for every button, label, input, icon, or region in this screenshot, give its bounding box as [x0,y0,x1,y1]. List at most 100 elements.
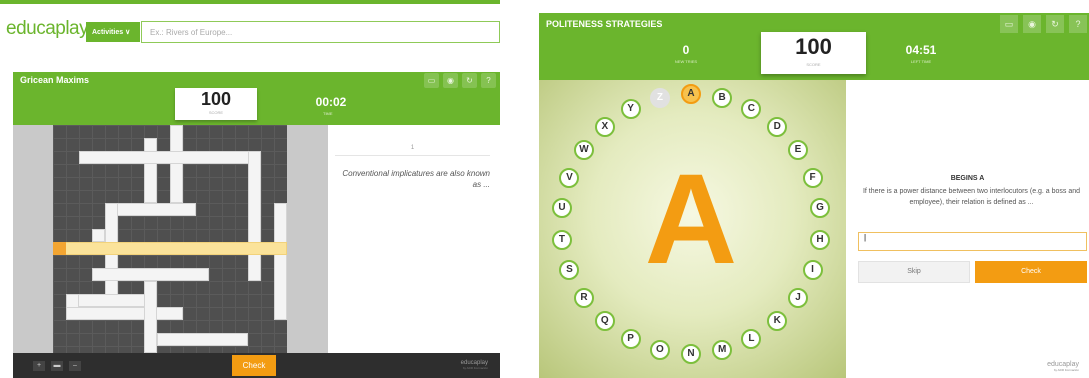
search-input[interactable] [141,21,500,43]
time-label: LEFT TIME [910,59,932,64]
letter-g[interactable]: G [810,198,831,219]
question-title: BEGINS A [950,175,985,182]
time-counter: 04:51 LEFT TIME [891,43,951,64]
grid-cell[interactable] [144,138,157,203]
letter-f[interactable]: F [802,167,823,188]
help-icon[interactable]: ? [481,73,496,88]
letter-wheel: A ZABCDEFGHIJKLMNOPQRSTUVWXY [539,80,846,378]
time-value: 00:02 [315,95,347,109]
eye-icon[interactable]: ◉ [1023,15,1041,33]
eye-icon[interactable]: ◉ [443,73,458,88]
grid-cell[interactable] [79,151,261,164]
grid-cell[interactable] [66,307,183,320]
tries-counter: 0 NEW TRIES [656,43,716,64]
letter-e[interactable]: E [787,140,808,161]
question-panel: BEGINS A If there is a power distance be… [846,80,1089,378]
letter-k[interactable]: K [767,311,788,332]
letter-o[interactable]: O [649,340,670,361]
help-icon[interactable]: ? [1069,15,1087,33]
fullscreen-icon[interactable]: ▭ [1000,15,1018,33]
alphabet-wheel-screen: POLITENESS STRATEGIES ▭ ◉ ↻ ? 0 NEW TRIE… [539,13,1089,378]
grid-cell[interactable] [274,203,287,320]
grid-cell[interactable] [157,333,248,346]
educaplay-logo[interactable]: educaplay [6,18,89,40]
letter-b[interactable]: B [712,87,733,108]
letter-h[interactable]: H [810,229,831,250]
activity-title: Gricean Maxims [20,75,90,85]
score-value: 100 [200,89,232,109]
time-label: TIME [323,111,333,116]
letter-s[interactable]: S [559,260,580,281]
check-button[interactable]: Check [232,355,276,376]
score-bar: 0 NEW TRIES 100 SCORE 04:51 LEFT TIME [539,32,1089,80]
question-text: If there is a power distance between two… [862,188,1081,206]
zoom-out-button[interactable]: – [69,361,81,371]
letter-i[interactable]: I [802,260,823,281]
activities-dropdown[interactable]: Activities ∨ [86,22,140,42]
tries-value: 0 [682,43,690,57]
grid-cell[interactable] [144,281,157,353]
letter-t[interactable]: T [551,229,572,250]
letter-z[interactable]: Z [649,87,670,108]
grid-area [13,125,328,353]
grid-cell[interactable] [105,203,196,216]
letter-v[interactable]: V [559,167,580,188]
grid-cell[interactable] [105,203,118,307]
clue-text: Conventional implicatures are also known… [342,169,490,189]
zoom-in-button[interactable]: + [33,361,45,371]
letter-y[interactable]: Y [620,98,641,119]
letter-u[interactable]: U [551,198,572,219]
letter-r[interactable]: R [574,287,594,308]
footer-brand-name: educaplay [1047,361,1079,368]
grid-cell[interactable] [170,125,183,203]
tries-label: NEW TRIES [674,59,698,64]
grid-cell[interactable] [248,151,261,281]
highlighted-word[interactable] [53,242,287,255]
score-label: SCORE [208,110,224,115]
fit-button[interactable]: ▬ [51,361,63,371]
skip-button[interactable]: Skip [858,261,970,283]
clue-panel: 1 Conventional implicatures are also kno… [335,145,490,190]
fullscreen-icon[interactable]: ▭ [424,73,439,88]
check-button[interactable]: Check [975,261,1087,283]
restart-icon[interactable]: ↻ [1046,15,1064,33]
crossword-screen: educaplay Activities ∨ Gricean Maxims ▭ … [0,0,500,378]
crossword-grid[interactable] [53,125,287,353]
crossword-footer: + ▬ – Check educaplay by ADR Formación [13,353,500,378]
score-bar: 100 SCORE 00:02 TIME [13,88,500,125]
score-value: 100 [795,34,832,59]
score-label: SCORE [806,62,821,67]
grid-cell[interactable] [92,229,105,242]
letter-n[interactable]: N [681,344,701,364]
score-box: 100 SCORE [175,88,257,120]
letter-x[interactable]: X [594,116,615,137]
crossword-body: 1 Conventional implicatures are also kno… [13,125,500,353]
footer-brand-sub: by ADR Formación [462,366,488,370]
letter-a[interactable]: A [681,84,701,104]
active-cell[interactable] [53,242,66,255]
letter-c[interactable]: C [741,98,762,119]
current-big-letter: A [644,148,738,291]
clue-number: 1 [335,145,490,156]
activity-title: POLITENESS STRATEGIES [546,19,663,29]
header-icons: ▭ ◉ ↻ ? [1000,15,1087,33]
crossword-header: Gricean Maxims ▭ ◉ ↻ ? [13,72,500,89]
header-icons: ▭ ◉ ↻ ? [424,73,496,88]
letter-l[interactable]: L [741,329,762,350]
grid-cell[interactable] [92,268,209,281]
footer-brand-sub: by ADR Formación [1053,368,1079,372]
footer-brand: educaplay by ADR Formación [461,360,488,370]
letter-m[interactable]: M [712,340,733,361]
letter-d[interactable]: D [767,116,788,137]
letter-p[interactable]: P [620,329,641,350]
screenshot-stage: educaplay Activities ∨ Gricean Maxims ▭ … [0,0,1089,378]
site-top-bar: educaplay Activities ∨ [0,0,500,44]
letter-w[interactable]: W [574,140,594,161]
score-box: 100 SCORE [761,32,866,74]
letter-j[interactable]: J [787,287,808,308]
footer-brand: educaplay by ADR Formación [1047,361,1079,372]
letter-q[interactable]: Q [594,311,615,332]
answer-input[interactable]: | [858,232,1087,251]
time-value: 04:51 [905,43,937,57]
restart-icon[interactable]: ↻ [462,73,477,88]
